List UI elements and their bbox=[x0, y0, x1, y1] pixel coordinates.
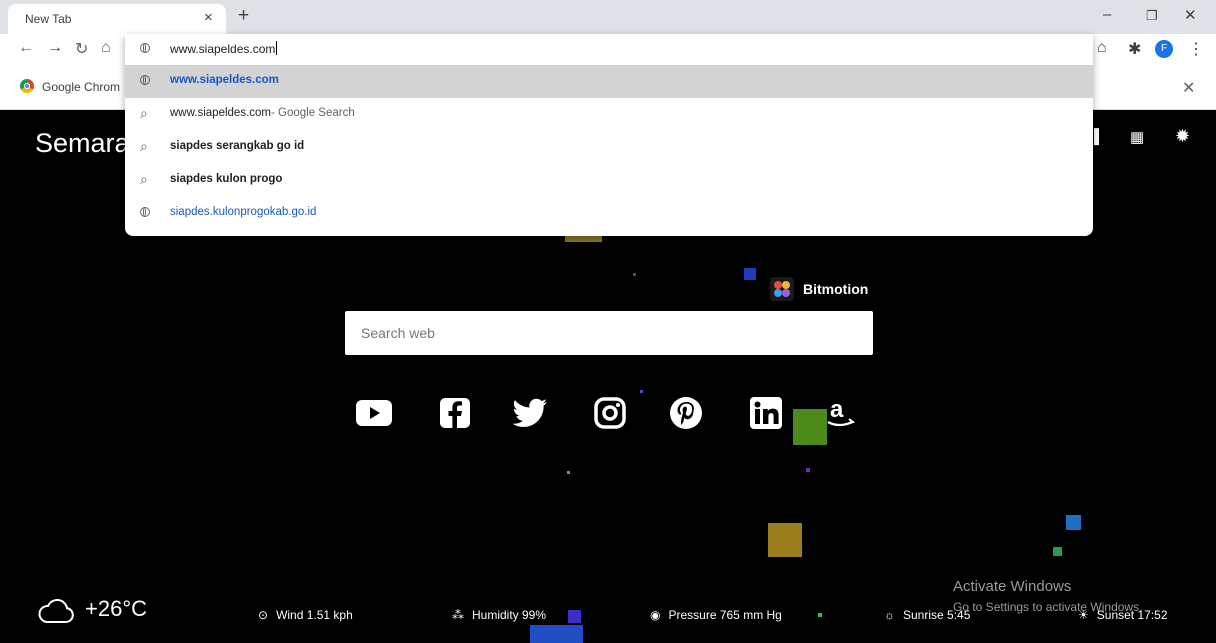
amazon-icon[interactable]: a bbox=[824, 395, 860, 431]
humidity-value: Humidity 99% bbox=[472, 608, 547, 622]
omnibox-dropdown: www.siapeldes.com www.siapeldes.com ⌕ www.… bbox=[125, 34, 1093, 236]
omnibox-suggestion[interactable]: ⌕ siapdes serangkab go id bbox=[125, 131, 1093, 164]
tab-strip: New Tab × + – ❐ ✕ bbox=[0, 0, 1216, 34]
new-tab-plus-icon[interactable]: + bbox=[238, 5, 249, 27]
omnibox-suggestion[interactable]: ⌕ siapdes kulon progo bbox=[125, 164, 1093, 197]
humidity-drops-icon: ⁂ bbox=[452, 608, 464, 622]
restore-icon[interactable]: ❐ bbox=[1146, 8, 1158, 24]
search-icon: ⌕ bbox=[140, 138, 148, 154]
bitmotion-logo-icon bbox=[770, 277, 794, 301]
suggestion-text: siapdes serangkab go id bbox=[170, 140, 305, 152]
search-icon: ⌕ bbox=[140, 171, 148, 187]
address-input[interactable]: www.siapeldes.com bbox=[170, 41, 278, 56]
decor-square bbox=[744, 268, 756, 280]
search-input[interactable] bbox=[359, 324, 863, 342]
profile-avatar[interactable]: F bbox=[1155, 40, 1173, 58]
suggestion-text: www.siapeldes.com bbox=[170, 74, 279, 86]
wind-value: Wind 1.51 kph bbox=[276, 608, 353, 622]
tab-new-tab[interactable]: New Tab × bbox=[8, 4, 226, 34]
twitter-icon[interactable] bbox=[512, 395, 548, 431]
globe-icon bbox=[140, 42, 150, 56]
omnibox-suggestion[interactable]: siapdes.kulonprogokab.go.id bbox=[125, 197, 1093, 230]
youtube-icon[interactable] bbox=[356, 395, 392, 431]
suggestion-suffix: - Google Search bbox=[271, 107, 355, 119]
omnibox-suggestion[interactable]: www.siapeldes.com bbox=[125, 65, 1093, 98]
decor-square bbox=[1053, 547, 1062, 556]
window-close-icon[interactable]: ✕ bbox=[1184, 6, 1197, 24]
menu-kebab-icon[interactable]: ⋮ bbox=[1188, 39, 1204, 59]
activate-windows-title: Activate Windows bbox=[953, 578, 1072, 595]
sunrise-icon: ☼ bbox=[884, 608, 895, 622]
suggestion-text: www.siapeldes.com bbox=[170, 107, 271, 119]
address-bar[interactable]: www.siapeldes.com bbox=[125, 34, 1093, 65]
bookmark-star-icon[interactable]: ⌂ bbox=[1097, 39, 1107, 57]
tab-title: New Tab bbox=[25, 12, 72, 26]
globe-icon bbox=[140, 74, 150, 88]
pressure-stat: ◉ Pressure 765 mm Hg bbox=[650, 608, 782, 622]
decor-square bbox=[567, 471, 570, 474]
facebook-icon[interactable] bbox=[437, 395, 473, 431]
decor-square bbox=[633, 273, 636, 276]
linkedin-icon[interactable] bbox=[748, 395, 784, 431]
instagram-icon[interactable] bbox=[592, 395, 628, 431]
extensions-puzzle-icon[interactable]: ✱ bbox=[1128, 39, 1141, 59]
suggestion-text: siapdes kulon progo bbox=[170, 173, 283, 185]
forward-icon[interactable]: → bbox=[47, 39, 63, 57]
apps-grid-icon[interactable]: ▦ bbox=[1130, 128, 1144, 146]
bookmark-label: Google Chrom bbox=[42, 80, 121, 94]
activate-windows-subtitle: Go to Settings to activate Windows. bbox=[953, 600, 1143, 614]
decor-square bbox=[640, 390, 643, 393]
web-search-box[interactable] bbox=[345, 311, 873, 355]
decor-square bbox=[793, 409, 827, 445]
minimize-icon[interactable]: – bbox=[1103, 6, 1111, 23]
reload-icon[interactable]: ↻ bbox=[75, 39, 88, 59]
partial-toolbar-icon[interactable]: ▌ bbox=[1094, 128, 1104, 144]
search-icon: ⌕ bbox=[140, 105, 148, 121]
home-icon[interactable]: ⌂ bbox=[101, 39, 111, 57]
settings-gear-icon[interactable]: ✹ bbox=[1175, 126, 1190, 147]
back-icon[interactable]: ← bbox=[18, 39, 34, 57]
city-name: Semara bbox=[35, 128, 130, 158]
suggestion-text: siapdes.kulonprogokab.go.id bbox=[170, 206, 317, 218]
pressure-value: Pressure 765 mm Hg bbox=[668, 608, 782, 622]
globe-icon bbox=[140, 206, 150, 220]
decor-square bbox=[1066, 515, 1081, 530]
decor-square bbox=[806, 468, 810, 472]
cloudy-weather-icon bbox=[37, 598, 75, 629]
brand-name: Bitmotion bbox=[803, 281, 869, 297]
wind-stat: ⊙ Wind 1.51 kph bbox=[258, 608, 353, 622]
bookmarks-close-icon[interactable]: ✕ bbox=[1182, 78, 1195, 98]
wind-icon: ⊙ bbox=[258, 608, 269, 622]
temperature: +26°C bbox=[85, 596, 148, 621]
humidity-stat: ⁂ Humidity 99% bbox=[452, 608, 546, 622]
decor-square bbox=[768, 523, 802, 557]
close-tab-icon[interactable]: × bbox=[204, 9, 213, 26]
bookmark-google-chrome[interactable]: Google Chrom bbox=[20, 79, 120, 94]
svg-text:a: a bbox=[830, 396, 844, 423]
pressure-gauge-icon: ◉ bbox=[650, 608, 661, 622]
pinterest-icon[interactable] bbox=[668, 395, 704, 431]
chrome-icon bbox=[20, 79, 34, 93]
omnibox-suggestion[interactable]: ⌕ www.siapeldes.com - Google Search bbox=[125, 98, 1093, 131]
